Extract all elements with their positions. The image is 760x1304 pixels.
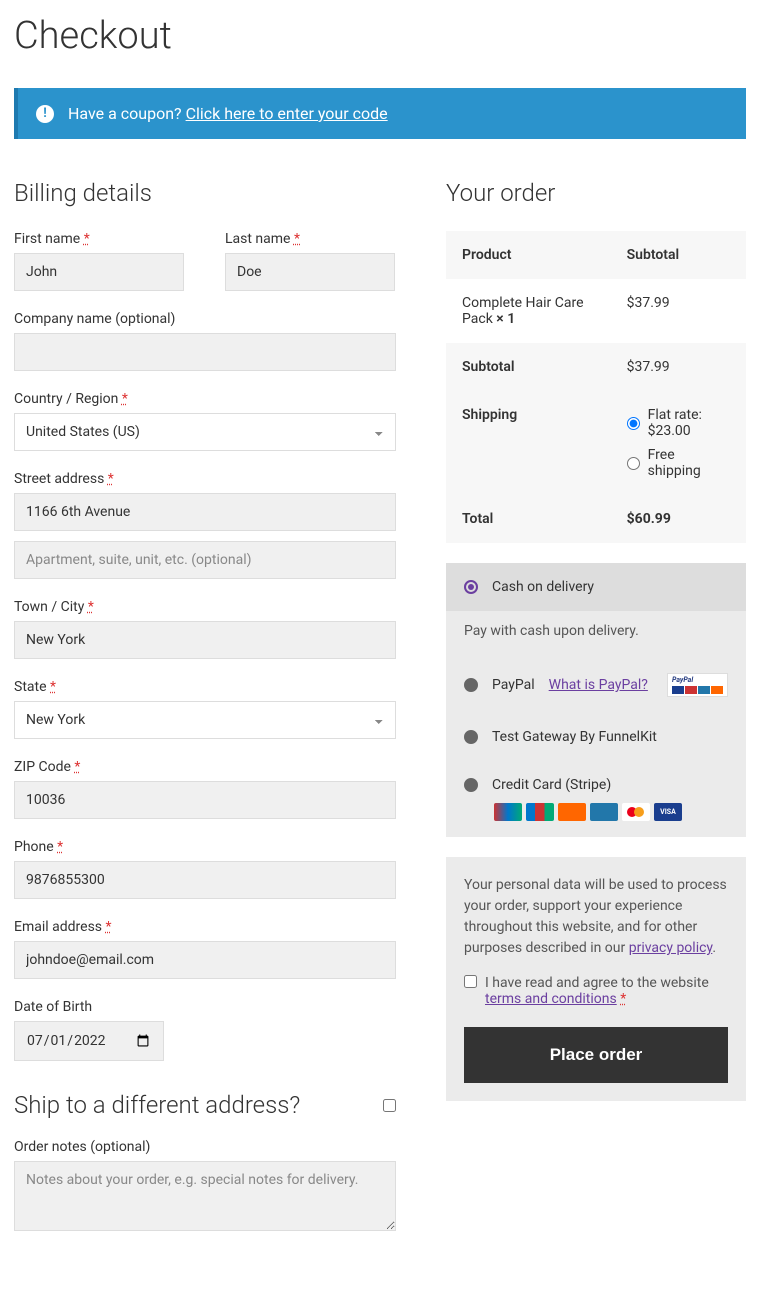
mastercard-icon [622,803,650,821]
order-heading: Your order [446,179,746,207]
dob-label: Date of Birth [14,999,396,1015]
dob-field[interactable] [14,1021,164,1061]
email-label: Email address * [14,919,396,935]
country-select[interactable]: United States (US) [14,413,396,451]
city-field[interactable] [14,621,396,659]
terms-checkbox[interactable] [464,975,477,988]
radio-icon [464,730,478,744]
order-item-row: Complete Hair Care Pack × 1 $37.99 [446,279,746,343]
place-order-button[interactable]: Place order [464,1027,728,1083]
street-label: Street address * [14,471,396,487]
state-label: State * [14,679,396,695]
terms-link[interactable]: terms and conditions [485,991,617,1007]
amex-icon [590,803,618,821]
item-qty: × 1 [496,311,515,327]
street2-field[interactable] [14,541,396,579]
page-title: Checkout [14,14,746,58]
total-row: Total $60.99 [446,495,746,543]
phone-field[interactable] [14,861,396,899]
shipping-row: Shipping Flat rate: $23.00 Free shipping [446,391,746,495]
cod-label: Cash on delivery [492,579,594,595]
privacy-text: Your personal data will be used to proce… [464,875,728,959]
shipping-flat-radio[interactable] [627,417,640,430]
subtotal-row: Subtotal $37.99 [446,343,746,391]
order-table: Product Subtotal Complete Hair Care Pack… [446,231,746,543]
notes-label: Order notes (optional) [14,1139,396,1155]
company-field[interactable] [14,333,396,371]
unionpay-icon [494,803,522,821]
phone-label: Phone * [14,839,396,855]
visa-icon: VISA [654,803,682,821]
payment-methods: Cash on delivery Pay with cash upon deli… [446,563,746,837]
shipping-flat-label: Flat rate: $23.00 [648,407,730,439]
state-select[interactable]: New York [14,701,396,739]
privacy-section: Your personal data will be used to proce… [446,857,746,1101]
terms-text: I have read and agree to the website ter… [485,975,728,1007]
discover-icon [558,803,586,821]
last-name-field[interactable] [225,253,395,291]
item-price: $37.99 [611,279,746,343]
cod-description: Pay with cash upon delivery. [446,611,746,657]
paypal-label: PayPal [492,677,535,693]
radio-icon [464,778,478,792]
payment-test[interactable]: Test Gateway By FunnelKit [446,713,746,761]
first-name-label: First name * [14,231,185,247]
notes-field[interactable] [14,1161,396,1231]
subtotal-value: $37.99 [611,343,746,391]
company-label: Company name (optional) [14,311,396,327]
shipping-option-flat[interactable]: Flat rate: $23.00 [627,407,730,439]
first-name-field[interactable] [14,253,184,291]
paypal-badge-icon: PayPal [667,673,728,697]
test-gateway-label: Test Gateway By FunnelKit [492,729,657,745]
shipping-free-radio[interactable] [627,457,640,470]
subtotal-header: Subtotal [611,231,746,279]
coupon-text: Have a coupon? Click here to enter your … [68,104,388,123]
payment-stripe[interactable]: Credit Card (Stripe) [446,761,746,799]
street1-field[interactable] [14,493,396,531]
shipping-label: Shipping [446,391,611,495]
payment-paypal[interactable]: PayPal What is PayPal? PayPal [446,657,746,713]
ship-different-checkbox[interactable] [383,1099,396,1112]
coupon-link[interactable]: Click here to enter your code [186,104,388,123]
total-value: $60.99 [627,511,671,527]
city-label: Town / City * [14,599,396,615]
jcb-icon [526,803,554,821]
info-icon: ! [36,105,54,123]
paypal-whatis-link[interactable]: What is PayPal? [549,677,648,693]
radio-icon [464,580,478,594]
coupon-prompt: Have a coupon? [68,104,186,123]
subtotal-label: Subtotal [446,343,611,391]
radio-icon [464,678,478,692]
billing-heading: Billing details [14,179,396,207]
privacy-policy-link[interactable]: privacy policy [629,940,713,956]
item-name: Complete Hair Care Pack [462,295,584,327]
product-header: Product [446,231,611,279]
coupon-notice: ! Have a coupon? Click here to enter you… [14,88,746,139]
zip-field[interactable] [14,781,396,819]
ship-heading: Ship to a different address? [14,1091,300,1119]
last-name-label: Last name * [225,231,396,247]
email-field[interactable] [14,941,396,979]
payment-cod[interactable]: Cash on delivery [446,563,746,611]
country-label: Country / Region * [14,391,396,407]
total-label: Total [446,495,611,543]
shipping-option-free[interactable]: Free shipping [627,447,730,479]
zip-label: ZIP Code * [14,759,396,775]
stripe-label: Credit Card (Stripe) [492,777,611,793]
shipping-free-label: Free shipping [648,447,730,479]
